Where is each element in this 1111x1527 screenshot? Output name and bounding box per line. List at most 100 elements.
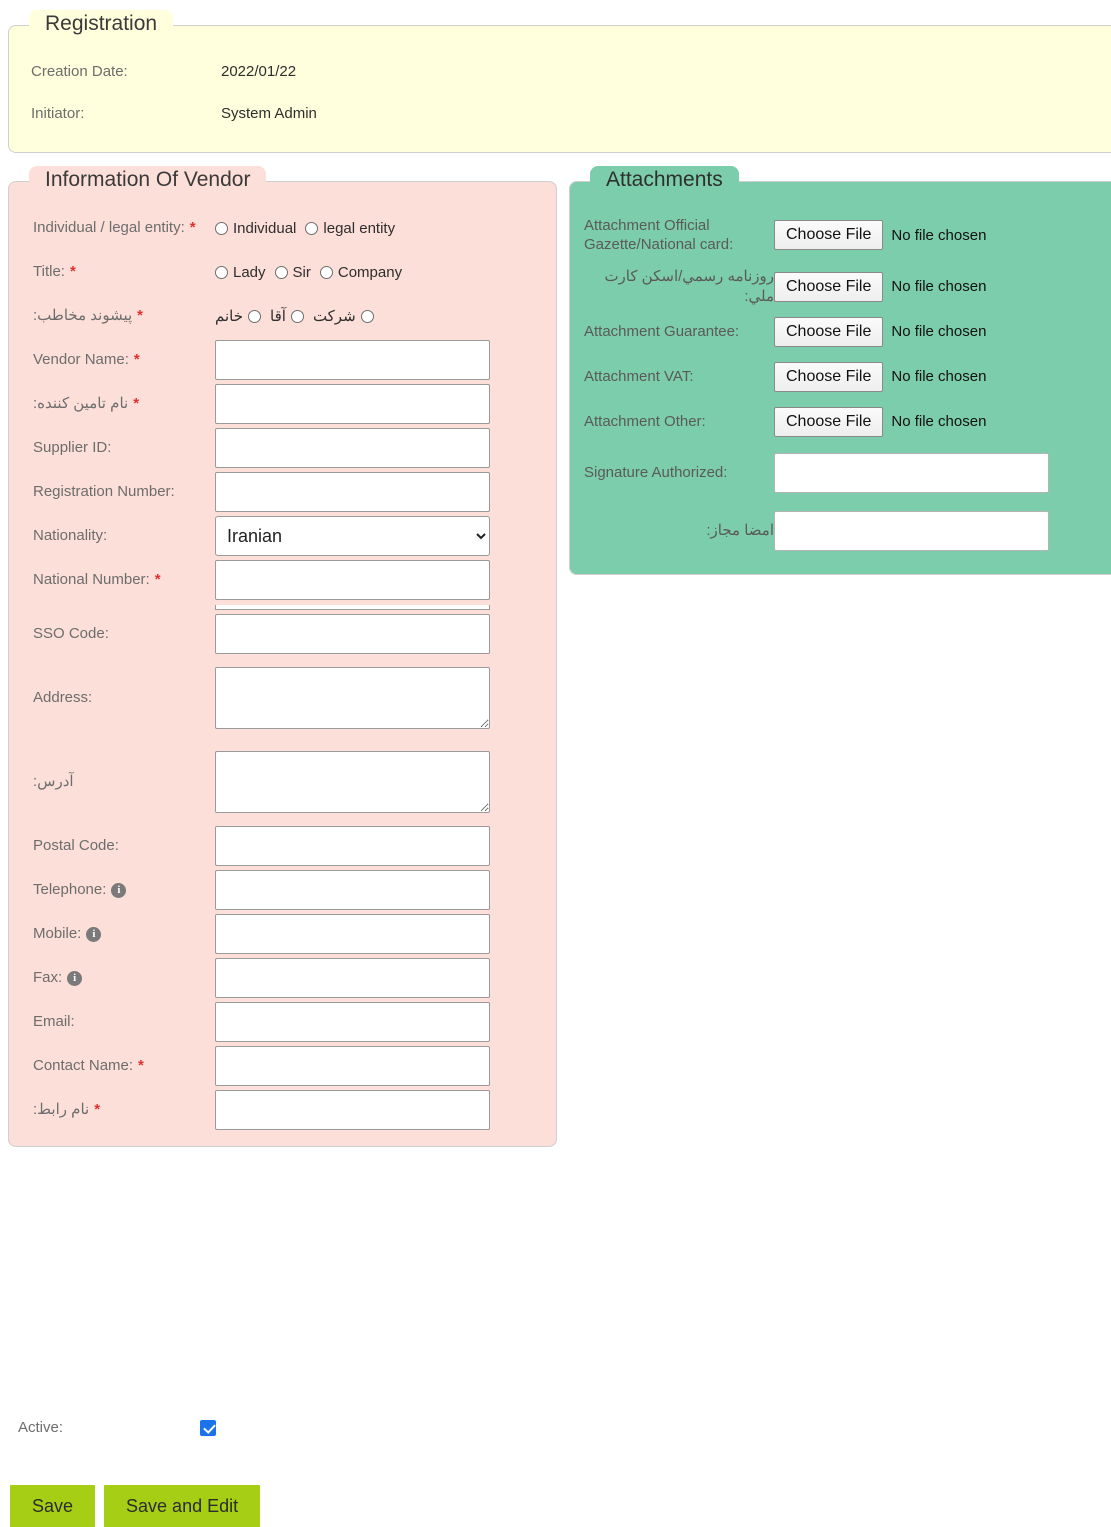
file-input-official-gazette-fa[interactable]: Choose File No file chosen <box>774 271 986 302</box>
mobile-input[interactable] <box>215 914 490 955</box>
no-file-chosen-text: No file chosen <box>891 413 987 431</box>
telephone-input[interactable] <box>215 870 490 911</box>
radio-individual-label: Individual <box>233 219 297 237</box>
sso-code-label: SSO Code: <box>23 624 215 644</box>
active-checkbox[interactable] <box>200 1420 216 1437</box>
field-row-contact-name-fa: * نام رابط: <box>23 1088 542 1132</box>
vendor-name-fa-label-text: نام تامین کننده: <box>33 395 129 413</box>
entity-type-radio-group[interactable]: Individual legal entity <box>215 220 395 237</box>
choose-file-button[interactable]: Choose File <box>774 220 884 251</box>
title-fa-radio-group[interactable]: شرکت آقا خانم <box>215 307 374 325</box>
choose-file-button[interactable]: Choose File <box>774 406 884 437</box>
address-fa-textarea[interactable] <box>215 751 490 814</box>
choose-file-button[interactable]: Choose File <box>774 361 884 392</box>
radio-lady[interactable]: Lady <box>215 264 266 281</box>
fax-label: Fax: i <box>23 968 215 988</box>
radio-individual[interactable]: Individual <box>215 220 296 237</box>
contact-name-input[interactable] <box>215 1046 490 1087</box>
active-row: Active: <box>8 1418 408 1438</box>
radio-legal-entity-label: legal entity <box>323 219 396 237</box>
vendor-name-fa-input[interactable] <box>215 384 490 425</box>
contact-name-label: Contact Name: * <box>23 1056 215 1076</box>
nationality-select[interactable]: Iranian <box>215 516 490 557</box>
address-textarea[interactable] <box>215 667 490 730</box>
registration-number-input[interactable] <box>215 472 490 513</box>
radio-sherkat-label: شرکت <box>312 308 356 326</box>
contact-name-fa-label: * نام رابط: <box>23 1100 215 1120</box>
radio-dot-icon[interactable] <box>319 265 333 279</box>
radio-khanom[interactable]: خانم <box>215 307 262 326</box>
radio-sir[interactable]: Sir <box>274 264 311 281</box>
email-input[interactable] <box>215 1002 490 1043</box>
field-row-address: Address: <box>23 656 542 740</box>
radio-dot-icon[interactable] <box>290 309 304 323</box>
info-icon[interactable]: i <box>111 882 127 898</box>
radio-company-label: Company <box>337 263 403 281</box>
radio-sherkat[interactable]: شرکت <box>313 307 374 325</box>
active-label-text: Active: <box>18 1419 64 1436</box>
radio-dot-icon[interactable] <box>360 309 374 323</box>
field-row-title-fa: * پیشوند مخاطب: شرکت آقا خانم <box>23 294 542 338</box>
nationality-label-text: Nationality: <box>33 527 108 545</box>
title-label-text: Title: <box>33 263 65 281</box>
choose-file-button[interactable]: Choose File <box>774 271 884 302</box>
radio-agha[interactable]: آقا <box>270 307 304 325</box>
vendor-name-fa-required-star: * <box>133 395 140 413</box>
radio-dot-icon[interactable] <box>248 309 262 323</box>
signature-authorized-label: Signature Authorized: <box>584 464 728 482</box>
choose-file-button[interactable]: Choose File <box>774 316 884 347</box>
registration-legend: Registration <box>29 10 174 41</box>
radio-legal-entity[interactable]: legal entity <box>305 220 395 237</box>
field-row-nationality: Nationality: Iranian <box>23 514 542 558</box>
field-row-national-number: National Number: * <box>23 558 542 602</box>
supplier-id-input[interactable] <box>215 428 490 469</box>
sso-code-input[interactable] <box>215 614 490 655</box>
file-input-other[interactable]: Choose File No file chosen <box>774 406 987 437</box>
attachment-row-official-gazette: Attachment Official Gazette/National car… <box>584 206 1097 264</box>
address-fa-label-text: آدرس: <box>33 773 74 791</box>
contact-name-fa-input[interactable] <box>215 1090 490 1131</box>
vendor-name-label-text: Vendor Name: <box>33 351 129 369</box>
file-input-guarantee[interactable]: Choose File No file chosen <box>774 316 987 347</box>
file-input-official-gazette[interactable]: Choose File No file chosen <box>774 220 986 251</box>
save-button[interactable]: Save <box>10 1485 96 1527</box>
email-label-text: Email: <box>33 1013 75 1031</box>
field-row-collapsed-hidden <box>23 602 542 612</box>
radio-dot-icon[interactable] <box>215 265 228 279</box>
radio-dot-icon[interactable] <box>305 221 319 235</box>
email-label: Email: <box>23 1012 215 1032</box>
radio-company[interactable]: Company <box>319 263 403 281</box>
no-file-chosen-text: No file chosen <box>891 323 987 341</box>
radio-dot-icon[interactable] <box>215 221 228 235</box>
vendor-name-input[interactable] <box>215 340 490 381</box>
contact-name-fa-label-text: نام رابط: <box>33 1101 90 1119</box>
fax-input[interactable] <box>215 958 490 999</box>
field-row-vendor-name: Vendor Name: * <box>23 338 542 382</box>
attachment-row-vat: Attachment VAT: Choose File No file chos… <box>584 354 1097 399</box>
signature-authorized-input[interactable] <box>774 453 1049 494</box>
field-row-supplier-id: Supplier ID: <box>23 426 542 470</box>
info-icon[interactable]: i <box>86 926 102 942</box>
attachment-row-signature-authorized-fa: امضا مجاز: <box>584 502 1097 560</box>
radio-khanom-label: خانم <box>215 308 244 326</box>
field-row-vendor-name-fa: * نام تامین کننده: <box>23 382 542 426</box>
entity-type-label-text: Individual / legal entity: <box>33 219 185 237</box>
postal-code-input[interactable] <box>215 826 490 867</box>
save-and-edit-button[interactable]: Save and Edit <box>104 1485 261 1527</box>
signature-authorized-fa-input[interactable] <box>774 511 1049 552</box>
field-row-sso-code: SSO Code: <box>23 612 542 656</box>
creation-date-value: 2022/01/22 <box>221 62 297 80</box>
address-label-text: Address: <box>33 689 93 707</box>
title-fa-label-text: پیشوند مخاطب: <box>33 307 133 325</box>
registration-number-label: Registration Number: <box>23 482 215 502</box>
national-number-input[interactable] <box>215 560 490 601</box>
vendor-information-panel: Information Of Vendor Individual / legal… <box>8 166 557 1148</box>
address-fa-label: آدرس: <box>23 772 215 792</box>
info-icon[interactable]: i <box>67 970 83 986</box>
registration-panel: Registration Creation Date: 2022/01/22 I… <box>8 10 1111 154</box>
radio-dot-icon[interactable] <box>274 265 288 279</box>
field-row-registration-number: Registration Number: <box>23 470 542 514</box>
file-input-vat[interactable]: Choose File No file chosen <box>774 361 986 392</box>
attachment-other-label: Attachment Other: <box>584 412 706 430</box>
title-radio-group[interactable]: Lady Sir Company <box>215 264 402 281</box>
